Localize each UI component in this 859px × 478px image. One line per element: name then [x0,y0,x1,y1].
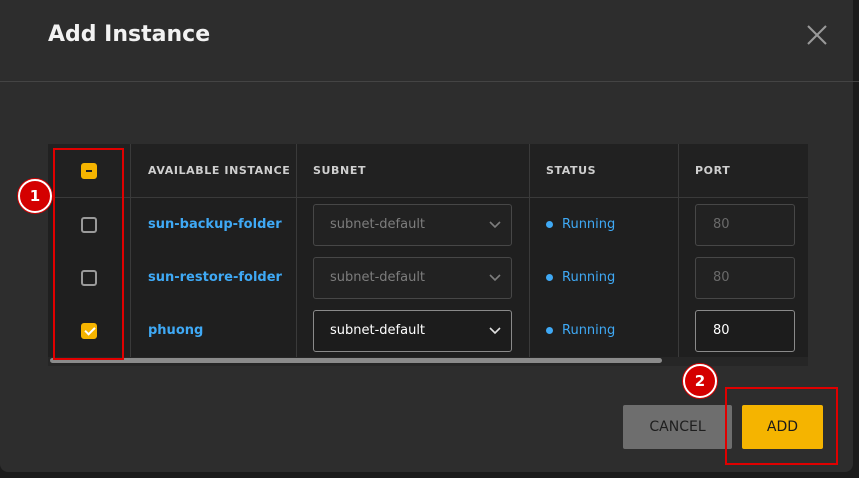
instance-table: AVAILABLE INSTANCE SUBNET STATUS PORT su… [48,144,808,366]
subnet-select[interactable]: subnet-default [313,309,512,352]
annotation-box-add [725,387,838,465]
subnet-select-value: subnet-default [330,323,426,338]
status-dot-icon [546,221,553,228]
status-label: Running [562,323,616,338]
table-row: phuong subnet-default Running 80 [48,304,808,358]
dialog-header: Add Instance [0,0,859,82]
header-status: STATUS [546,164,597,177]
scrollbar-thumb[interactable] [50,358,662,363]
status-label: Running [562,217,616,232]
status-dot-icon [546,274,553,281]
table-header-row: AVAILABLE INSTANCE SUBNET STATUS PORT [48,144,808,198]
chevron-down-icon [489,326,501,334]
instance-name-link[interactable]: sun-backup-folder [148,198,282,251]
port-input[interactable]: 80 [695,203,795,246]
chevron-down-icon [489,273,501,281]
instance-name-link[interactable]: sun-restore-folder [148,251,282,304]
status-label: Running [562,270,616,285]
status-badge: Running [546,217,615,232]
header-port: PORT [695,164,731,177]
close-icon [807,25,827,45]
status-dot-icon [546,327,553,334]
subnet-select[interactable]: subnet-default [313,256,512,299]
table-row: sun-restore-folder subnet-default Runnin… [48,251,808,305]
dialog-title: Add Instance [48,22,211,47]
annotation-badge-1: 1 [18,179,52,213]
port-input[interactable]: 80 [695,309,795,352]
port-input[interactable]: 80 [695,256,795,299]
chevron-down-icon [489,220,501,228]
close-button[interactable] [804,22,830,48]
status-badge: Running [546,323,615,338]
header-subnet: SUBNET [313,164,367,177]
status-badge: Running [546,270,615,285]
subnet-select[interactable]: subnet-default [313,203,512,246]
subnet-select-value: subnet-default [330,217,426,232]
annotation-badge-2: 2 [683,364,717,398]
header-available-instance: AVAILABLE INSTANCE [148,164,291,177]
table-row: sun-backup-folder subnet-default Running… [48,198,808,252]
subnet-select-value: subnet-default [330,270,426,285]
cancel-button[interactable]: CANCEL [623,405,732,449]
annotation-box-checkboxes [53,148,124,360]
instance-name-link[interactable]: phuong [148,304,203,357]
